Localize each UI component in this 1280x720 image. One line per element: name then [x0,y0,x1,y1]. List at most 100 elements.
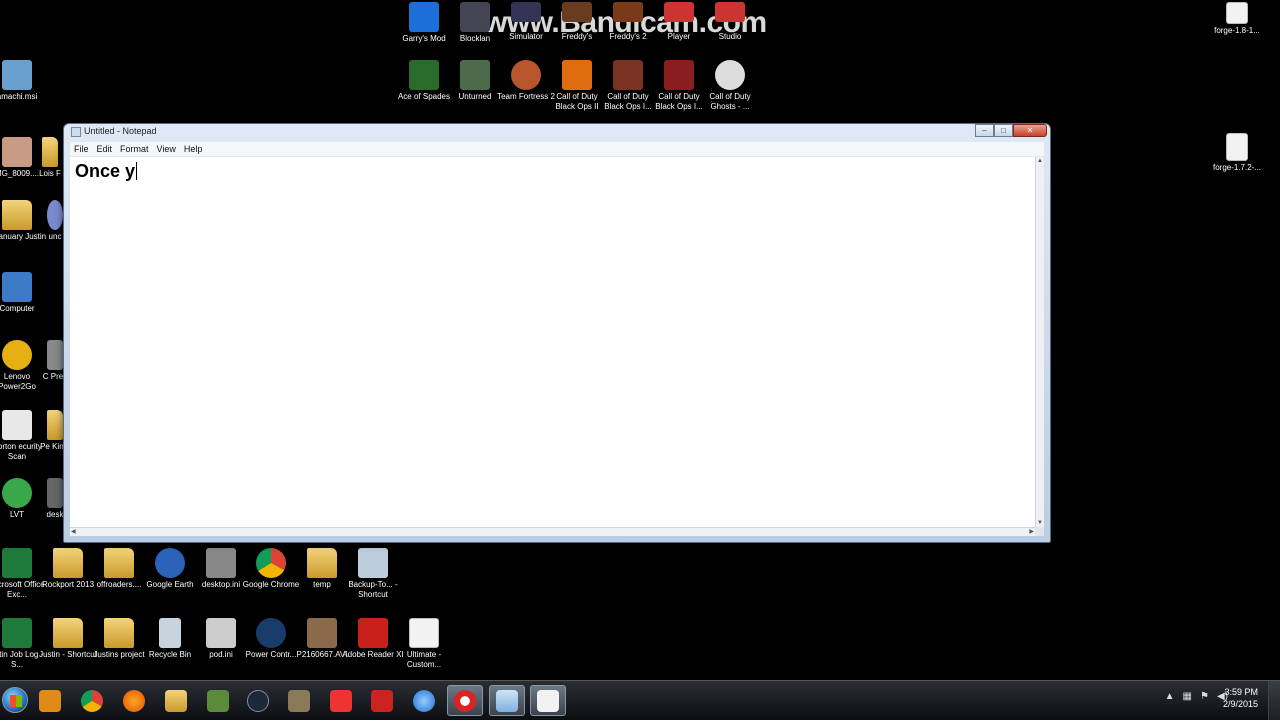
itunes-icon [413,689,435,712]
system-tray: ▲ ▦ ⚑ ◀) [1165,691,1228,702]
taskbar-itunes[interactable] [406,685,442,716]
menu-file[interactable]: File [74,144,89,154]
taskbar-firefox[interactable] [116,685,152,716]
scroll-left-icon[interactable]: ◀ [71,528,76,535]
show-desktop-button[interactable] [1268,681,1280,720]
taskbar-bandicam[interactable] [447,685,483,716]
unturned-icon [460,60,490,90]
installer-icon [2,60,32,90]
vertical-scrollbar[interactable]: ▲ ▼ [1035,157,1044,527]
taskbar-java[interactable] [530,685,566,716]
bandicam-icon [454,689,476,712]
notepad-window[interactable]: Untitled - Notepad – □ ✕ File Edit Forma… [63,123,1051,543]
resize-grip[interactable] [1035,527,1044,536]
menu-format[interactable]: Format [120,144,149,154]
folder-icon [104,618,134,648]
close-button[interactable]: ✕ [1013,124,1047,137]
desktop-icon-computer[interactable]: Computer [0,272,48,314]
desktop-icon-forge-172[interactable]: forge-1.7.2-... [1206,133,1268,173]
settings-file-icon [206,618,236,648]
blockland-icon [460,2,490,32]
folder-icon [53,548,83,578]
folder-icon [42,137,58,167]
file-icon [1226,133,1248,161]
taskbar-tool[interactable] [281,685,317,716]
folder-icon [47,410,63,440]
start-button[interactable] [2,687,28,713]
firefox-icon [123,689,145,712]
maximize-button[interactable]: □ [994,124,1013,137]
clock-date: 2/9/2015 [1222,699,1258,709]
power-control-icon [256,618,286,648]
roblox-studio-icon [371,689,393,712]
minimize-button[interactable]: – [975,124,994,137]
media-player-icon [39,689,61,712]
desktop-icon-forge-181[interactable]: forge-1.8-1... [1206,2,1268,36]
ace-of-spades-icon [409,60,439,90]
roblox-icon [330,689,352,712]
norton-icon [2,410,32,440]
cod-bo1b-icon [664,60,694,90]
taskbar-steam[interactable] [240,685,276,716]
chrome-icon [256,548,286,578]
menu-edit[interactable]: Edit [97,144,113,154]
app-icon [47,340,63,370]
menu-view[interactable]: View [157,144,176,154]
tool-icon [288,689,310,712]
flag-icon[interactable]: ⚑ [1200,691,1209,702]
menu-bar: File Edit Format View Help [70,142,1044,156]
garrys-mod-icon [409,2,439,32]
windows-logo-icon [10,695,22,707]
network-icon[interactable]: ▦ [1183,691,1192,702]
title-bar[interactable]: Untitled - Notepad – □ ✕ [64,124,1050,140]
cod-bo2-icon [562,60,592,90]
text-editor[interactable]: Once y [70,157,1035,527]
scroll-up-icon[interactable]: ▲ [1037,158,1043,164]
scroll-down-icon[interactable]: ▼ [1037,520,1043,526]
folder-icon [165,689,187,712]
desktop-icon-backup[interactable]: Backup-To... - Shortcut [342,548,404,600]
lenovo-power2go-icon [2,340,32,370]
taskbar-explorer[interactable] [158,685,194,716]
computer-icon [2,272,32,302]
excel-icon [2,618,32,648]
adobe-reader-icon [358,618,388,648]
clock-time: 3:59 PM [1224,687,1258,697]
editor-text: Once y [75,161,136,181]
roblox-studio-icon [715,2,745,22]
desktop-icon-hamachi[interactable]: amachi.msi [0,60,48,102]
taskbar-media-player[interactable] [32,685,68,716]
editor-content: Once y [75,161,138,182]
minecraft-icon [207,689,229,712]
taskbar-roblox[interactable] [323,685,359,716]
window-title: Untitled - Notepad [84,126,157,136]
folder-icon [2,200,32,230]
taskbar: ▲ ▦ ⚑ ◀) 3:59 PM 2/9/2015 [0,680,1280,720]
settings-file-icon [206,548,236,578]
taskbar-notepad[interactable] [489,685,525,716]
simulator-icon [511,2,541,22]
menu-help[interactable]: Help [184,144,203,154]
text-caret [136,162,138,180]
excel-icon [2,548,32,578]
java-icon [537,689,559,712]
folder-icon [104,548,134,578]
clock[interactable]: 3:59 PM 2/9/2015 [1223,686,1258,710]
desktop-icon-studio[interactable]: Studio [699,2,761,42]
roblox-player-icon [664,2,694,22]
show-hidden-icons-icon[interactable]: ▲ [1165,691,1175,702]
notepad-icon [71,127,81,137]
taskbar-roblox-studio[interactable] [364,685,400,716]
taskbar-chrome[interactable] [74,685,110,716]
folder-icon [53,618,83,648]
taskbar-minecraft[interactable] [200,685,236,716]
app-icon [47,478,63,508]
desktop-icon-cod-ghosts[interactable]: Call of Duty Ghosts - ... [699,60,761,112]
google-earth-icon [155,548,185,578]
recycle-bin-icon [159,618,181,648]
steam-icon [247,689,269,712]
scroll-right-icon[interactable]: ▶ [1029,528,1034,535]
horizontal-scrollbar[interactable]: ◀ ▶ [70,527,1035,536]
desktop-icon-ultimate[interactable]: Ultimate - Custom... [393,618,455,670]
app-icon [47,200,63,230]
